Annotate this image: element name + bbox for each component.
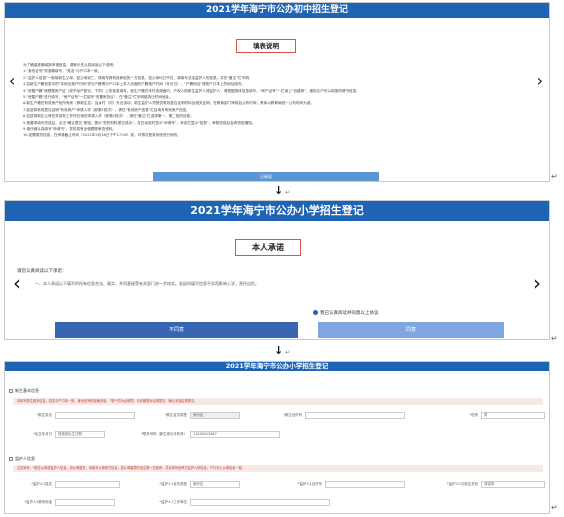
input-box[interactable]: 请选择出生日期 xyxy=(55,431,105,438)
guardian-phone-field[interactable]: *监护人1联系电话 xyxy=(24,499,115,506)
promise-text: 一、本人承诺以下填写的所有信息合法、真实，并同意接受有关部门进一步核实。若因所填… xyxy=(35,281,259,286)
field-label: *监护人1证件号 xyxy=(297,482,322,486)
input-box[interactable]: 13456423687 xyxy=(190,431,280,438)
student-id-type-select[interactable]: *新生证件类型 身份证 xyxy=(165,412,240,419)
guardian-id-type-select[interactable]: *监护人1证件类型 身份证 xyxy=(159,481,240,488)
paragraph-mark: ↵ xyxy=(285,349,291,356)
prev-arrow-icon[interactable]: ‹ xyxy=(9,71,15,90)
paragraph-mark: ↵ xyxy=(551,334,558,343)
section-icon xyxy=(9,457,13,461)
field-label: *新生证件号 xyxy=(283,413,302,417)
field-label: *监护人1证件类型 xyxy=(159,482,187,486)
next-arrow-icon[interactable]: › xyxy=(537,71,543,90)
page-title: 2021学年海宁市公办小学招生登记 xyxy=(5,362,549,371)
input-box[interactable] xyxy=(55,481,120,488)
field-label: *监护人1联系电话 xyxy=(24,500,52,504)
section-note: 注意填写：*新生父母或监护人信息。如父母健在，请填写父母双方信息；如父母离异的请… xyxy=(13,465,543,472)
input-box[interactable] xyxy=(305,412,405,419)
read-carefully-label: 请您认真阅读以下承诺： xyxy=(17,269,67,274)
contact-phone-field[interactable]: *联系号码（新生家长手机号） 13456423687 xyxy=(141,431,280,438)
instructions-panel: 2021学年海宁市公办初中招生登记 填表说明 为了确保准确填报申请信息，请家长先… xyxy=(4,2,550,182)
agree-checkbox[interactable]: 我已认真阅读并同意以上协议 xyxy=(313,310,379,316)
field-label: *性别 xyxy=(469,413,478,417)
down-arrow-icon: ↓ xyxy=(274,344,284,357)
section-note: 请填写新生基本信息，姓名与户口本一致，身份证号码准确无误，“带*”的为必填项，请… xyxy=(13,398,543,405)
paragraph-mark: ↵ xyxy=(285,189,291,196)
select-box[interactable]: 请选择 xyxy=(481,481,545,488)
promise-panel: 2021学年海宁市公办小学招生登记 本人承诺 请您认真阅读以下承诺： 一、本人承… xyxy=(4,200,550,340)
field-label: *联系号码（新生家长手机号） xyxy=(141,432,187,436)
step-arrow: ↓ ↵ xyxy=(274,184,290,197)
screenshot-sequence: 2021学年海宁市公办初中招生登记 填表说明 为了确保准确填报申请信息，请家长先… xyxy=(0,0,564,517)
field-label: *监护人1与新生关系 xyxy=(447,482,478,486)
radio-checked-icon xyxy=(313,310,318,315)
next-arrow-icon[interactable]: › xyxy=(533,271,541,295)
input-box[interactable] xyxy=(190,499,330,506)
section-header-guardian: 监护人信息 xyxy=(9,456,35,462)
instructions-text: 为了确保准确填报申请信息，请家长先认真阅读以下说明： 1."身份证号"须准确填写… xyxy=(23,62,543,139)
section-icon xyxy=(9,389,13,393)
step-arrow: ↓ ↵ xyxy=(274,344,290,357)
down-arrow-icon: ↓ xyxy=(274,184,284,197)
field-label: *监护人1姓名 xyxy=(31,482,52,486)
paragraph-mark: ↵ xyxy=(551,503,558,512)
section-header-student: 新生基本信息 xyxy=(9,388,39,394)
select-box[interactable]: 身份证 xyxy=(190,412,240,419)
agree-button[interactable]: 同意 xyxy=(318,322,504,338)
gender-select[interactable]: *性别男 xyxy=(470,412,545,419)
student-id-number-field[interactable]: *新生证件号 xyxy=(283,412,405,419)
promise-heading: 本人承诺 xyxy=(235,239,301,256)
fill-instructions-heading: 填表说明 xyxy=(236,39,296,53)
select-box[interactable]: 身份证 xyxy=(190,481,240,488)
field-label: *出生年月日 xyxy=(33,432,52,436)
section-title: 监护人信息 xyxy=(15,456,35,461)
instruction-line: 10.如需更改信息，在申请截止时间（2021年5月18日下午17:00）前，可再… xyxy=(23,133,181,138)
agree-label: 我已认真阅读并同意以上协议 xyxy=(320,311,379,316)
guardian-relation-select[interactable]: *监护人1与新生关系 请选择 xyxy=(447,481,545,488)
registration-form-panel: 2021学年海宁市公办小学招生登记 新生基本信息 请填写新生基本信息，姓名与户口… xyxy=(4,361,550,514)
paragraph-mark: ↵ xyxy=(551,172,558,181)
prev-arrow-icon[interactable]: ‹ xyxy=(13,271,21,295)
field-label: *新生证件类型 xyxy=(164,413,187,417)
guardian-employer-field[interactable]: *监护人1工作单位 xyxy=(159,499,330,506)
input-box[interactable] xyxy=(55,499,115,506)
field-label: *新生姓名 xyxy=(36,413,52,417)
student-name-field[interactable]: *新生姓名 xyxy=(37,412,135,419)
birth-date-field[interactable]: *出生年月日 请选择出生日期 xyxy=(33,431,105,438)
input-box[interactable] xyxy=(55,412,135,419)
section-title: 新生基本信息 xyxy=(15,388,39,393)
page-title: 2021学年海宁市公办初中招生登记 xyxy=(5,3,549,18)
disagree-button[interactable]: 不同意 xyxy=(55,322,298,338)
guardian-id-number-field[interactable]: *监护人1证件号 xyxy=(298,481,405,488)
input-box[interactable] xyxy=(325,481,405,488)
page-title: 2021学年海宁市公办小学招生登记 xyxy=(5,201,549,221)
select-box[interactable]: 男 xyxy=(481,412,545,419)
field-label: *监护人1工作单位 xyxy=(159,500,187,504)
guardian-name-field[interactable]: *监护人1姓名 xyxy=(31,481,120,488)
read-confirm-button[interactable]: 已阅读 xyxy=(153,172,379,181)
